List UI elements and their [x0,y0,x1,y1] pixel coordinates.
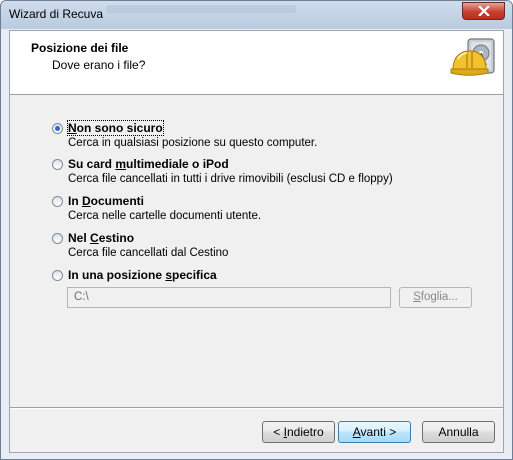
background-window-ghost [106,5,296,13]
radio-not-sure[interactable] [52,123,63,134]
hard-drive-hardhat-icon [450,38,495,76]
option-label[interactable]: Nel Cestino [68,231,134,245]
title-bar[interactable]: Wizard di Recuva [1,1,512,29]
radio-specific-location[interactable] [52,270,63,281]
location-path-input[interactable]: C:\ [67,287,391,308]
back-button[interactable]: < Indietro [262,421,335,443]
cancel-button[interactable]: Annulla [422,421,495,443]
option-description: Cerca file cancellati in tutti i drive r… [68,173,393,185]
footer-divider [10,407,503,409]
close-button[interactable] [462,2,505,20]
wizard-header: Posizione dei file Dove erano i file? [10,31,503,95]
page-subtitle: Dove erano i file? [52,58,146,72]
wizard-client-area: Posizione dei file Dove erano i file? No… [9,30,504,453]
option-label[interactable]: In una posizione specifica [68,268,217,282]
radio-media-card-ipod[interactable] [52,159,63,170]
option-description: Cerca in qualsiasi posizione su questo c… [68,137,318,149]
option-description: Cerca file cancellati dal Cestino [68,247,229,259]
option-label[interactable]: Su card multimediale o iPod [68,157,229,171]
browse-button[interactable]: Sfoglia... [399,287,472,308]
option-label[interactable]: Non sono sicuro [67,120,164,136]
radio-recycle-bin[interactable] [52,233,63,244]
option-description: Cerca nelle cartelle documenti utente. [68,210,262,222]
close-icon [478,6,490,16]
radio-documents[interactable] [52,196,63,207]
window-title: Wizard di Recuva [9,7,104,21]
wizard-window: Wizard di Recuva Posizione dei file Dove… [0,0,513,460]
next-button[interactable]: Avanti > [338,421,411,443]
option-label[interactable]: In Documenti [68,194,144,208]
page-title: Posizione dei file [31,41,129,55]
